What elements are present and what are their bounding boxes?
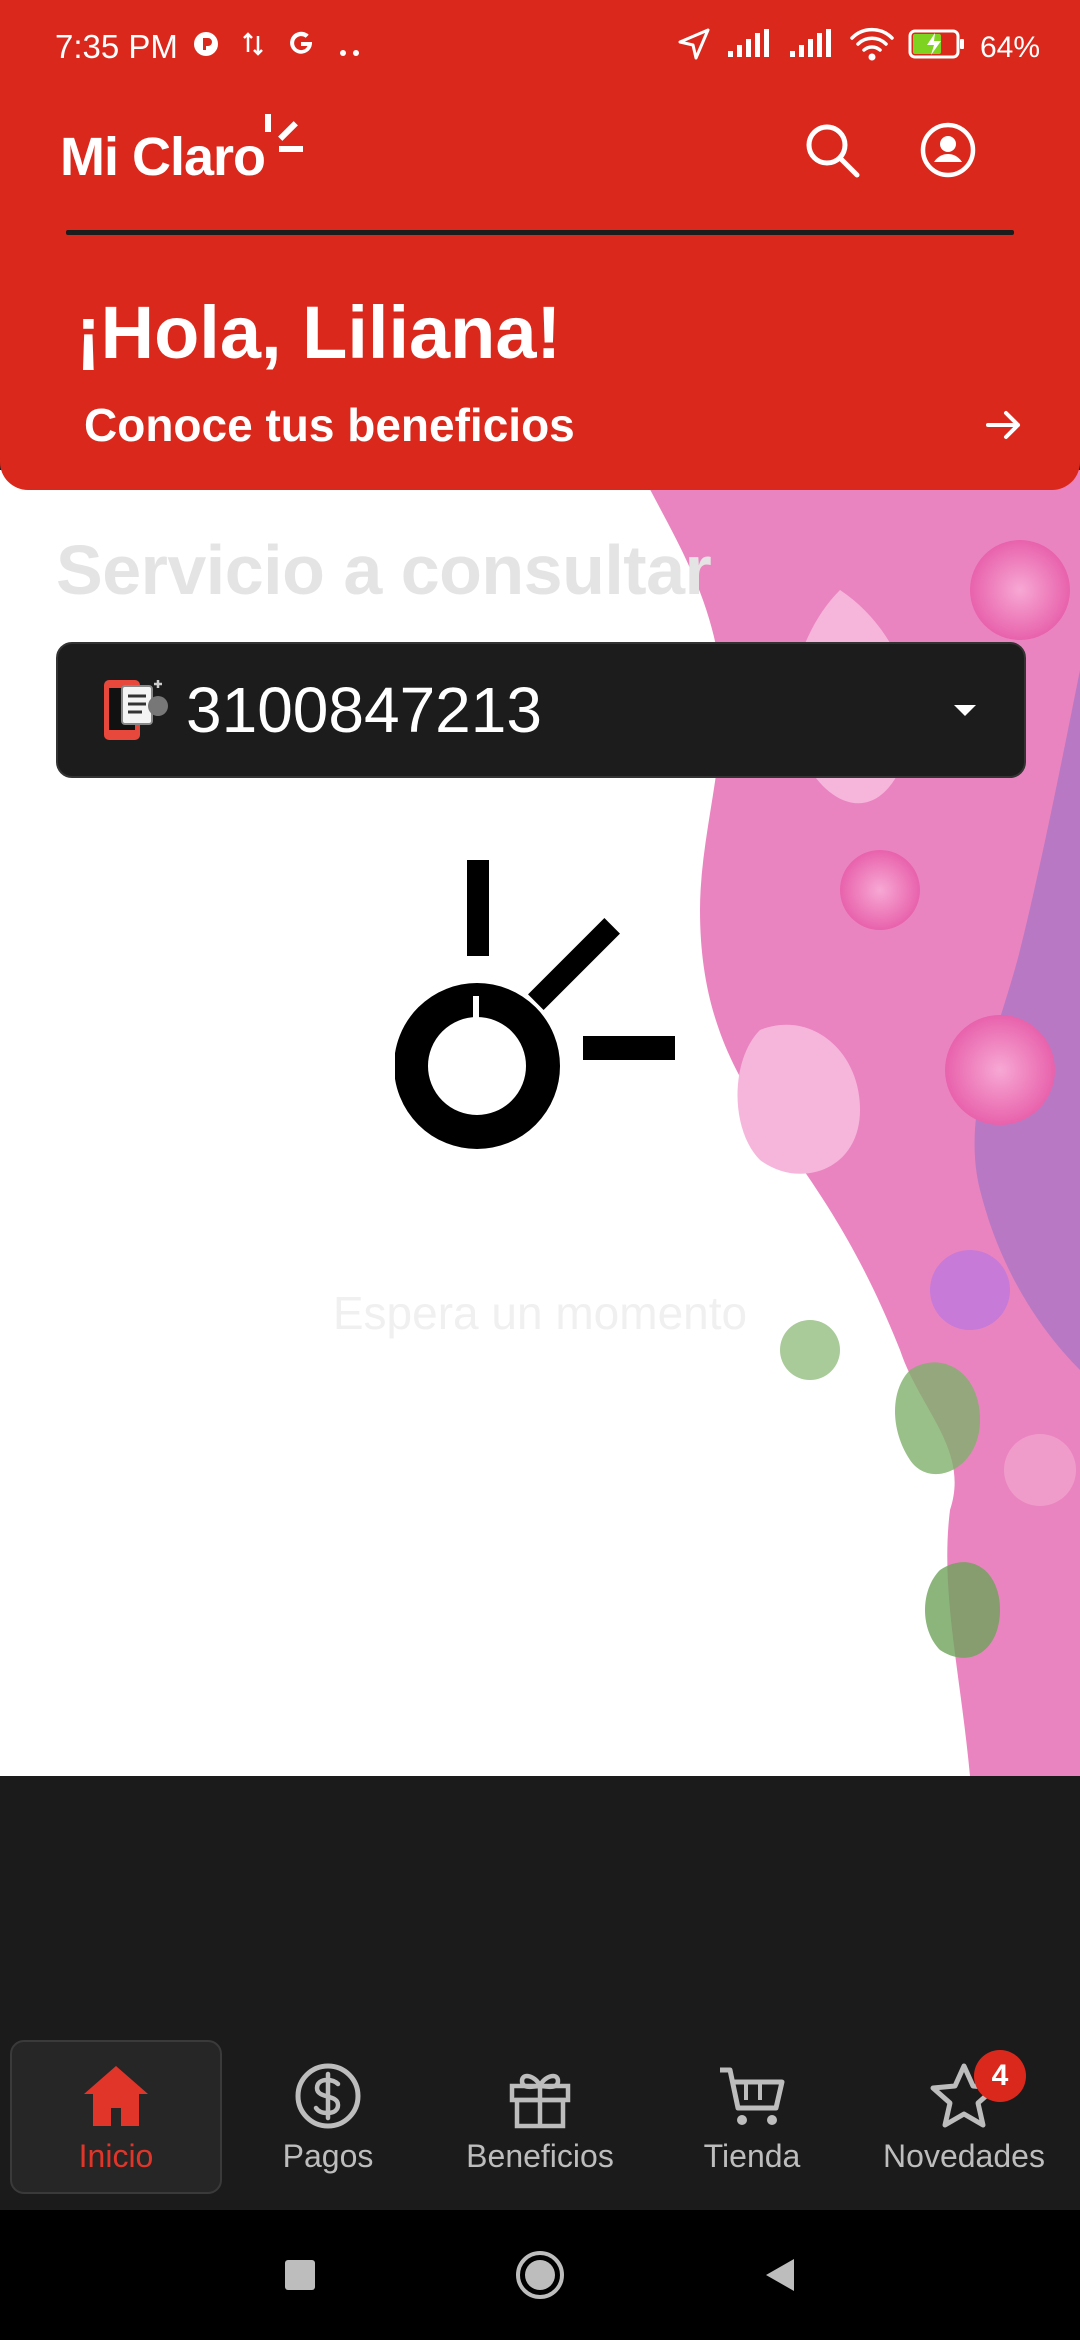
battery-percent: 64%: [979, 31, 1040, 64]
nav-item-beneficios[interactable]: Beneficios: [434, 2040, 646, 2194]
cart-icon: [720, 2067, 785, 2125]
recents-button[interactable]: [270, 2245, 330, 2305]
status-right-icons: 64%: [676, 26, 1040, 70]
claro-rays-icon: [265, 114, 304, 152]
system-navigation-bar: [0, 2210, 1080, 2340]
nav-item-tienda[interactable]: Tienda: [646, 2040, 858, 2194]
brand-logo: Mi Claro: [60, 112, 311, 188]
nav-item-label: Beneficios: [466, 2137, 614, 2174]
header-actions: [800, 118, 980, 182]
arrow-right-icon: [986, 411, 1020, 439]
header-divider: [66, 230, 1014, 235]
nav-item-label: Novedades: [883, 2137, 1045, 2174]
status-left-icons: [192, 28, 362, 66]
claro-loading-spinner-icon: [395, 860, 675, 1149]
phone-service-icon: [104, 680, 168, 740]
benefits-link[interactable]: Conoce tus beneficios: [84, 398, 1024, 452]
header: 7:35 PM 64% Mi Claro ¡Hola, Liliana! Con…: [0, 0, 1080, 490]
notification-badge: 4: [974, 2050, 1026, 2102]
benefits-link-label: Conoce tus beneficios: [84, 399, 575, 451]
signal-icon: [788, 29, 836, 67]
loading-message: Espera un momento: [332, 1287, 748, 1339]
status-time: 7:35 PM: [55, 28, 178, 65]
circle-icon: [516, 2251, 564, 2299]
profile-button[interactable]: [916, 118, 980, 182]
brand-name: Mi Claro: [60, 127, 266, 187]
nav-item-label: Inicio: [78, 2137, 154, 2174]
home-button[interactable]: [510, 2245, 570, 2305]
nav-item-label: Tienda: [703, 2137, 801, 2174]
wifi-icon: [850, 27, 894, 69]
google-icon: [286, 28, 316, 66]
back-button[interactable]: [750, 2245, 810, 2305]
bottom-navigation: Inicio Pagos Beneficios Tienda Novedades…: [0, 2040, 1080, 2210]
location-icon: [676, 26, 712, 70]
data-arrows-icon: [242, 29, 264, 66]
dollar-icon: [295, 2063, 361, 2128]
service-number: 3100847213: [186, 674, 542, 746]
service-label: Servicio a consultar: [56, 531, 712, 609]
notification-icon: [192, 29, 220, 66]
search-icon: [806, 124, 860, 178]
nav-item-novedades[interactable]: Novedades 4: [858, 2040, 1070, 2194]
nav-item-label: Pagos: [282, 2137, 374, 2174]
home-icon: [84, 2065, 148, 2126]
greeting-title: ¡Hola, Liliana!: [76, 291, 562, 374]
more-dots-icon: [338, 29, 362, 66]
profile-icon: [920, 122, 976, 178]
nav-item-inicio[interactable]: Inicio: [10, 2040, 222, 2194]
triangle-back-icon: [766, 2259, 794, 2291]
dropdown-arrow-icon: [954, 704, 976, 716]
search-button[interactable]: [800, 118, 864, 182]
battery-charging-icon: [908, 28, 966, 68]
nav-item-pagos[interactable]: Pagos: [222, 2040, 434, 2194]
gift-icon: [509, 2073, 571, 2128]
app-screen: 7:35 PM 64% Mi Claro ¡Hola, Liliana! Con…: [0, 0, 1080, 2340]
signal-icon: [726, 29, 774, 67]
square-icon: [285, 2260, 315, 2290]
status-bar: 7:35 PM 64%: [0, 0, 1080, 96]
service-selector[interactable]: 3100847213: [56, 642, 1026, 778]
